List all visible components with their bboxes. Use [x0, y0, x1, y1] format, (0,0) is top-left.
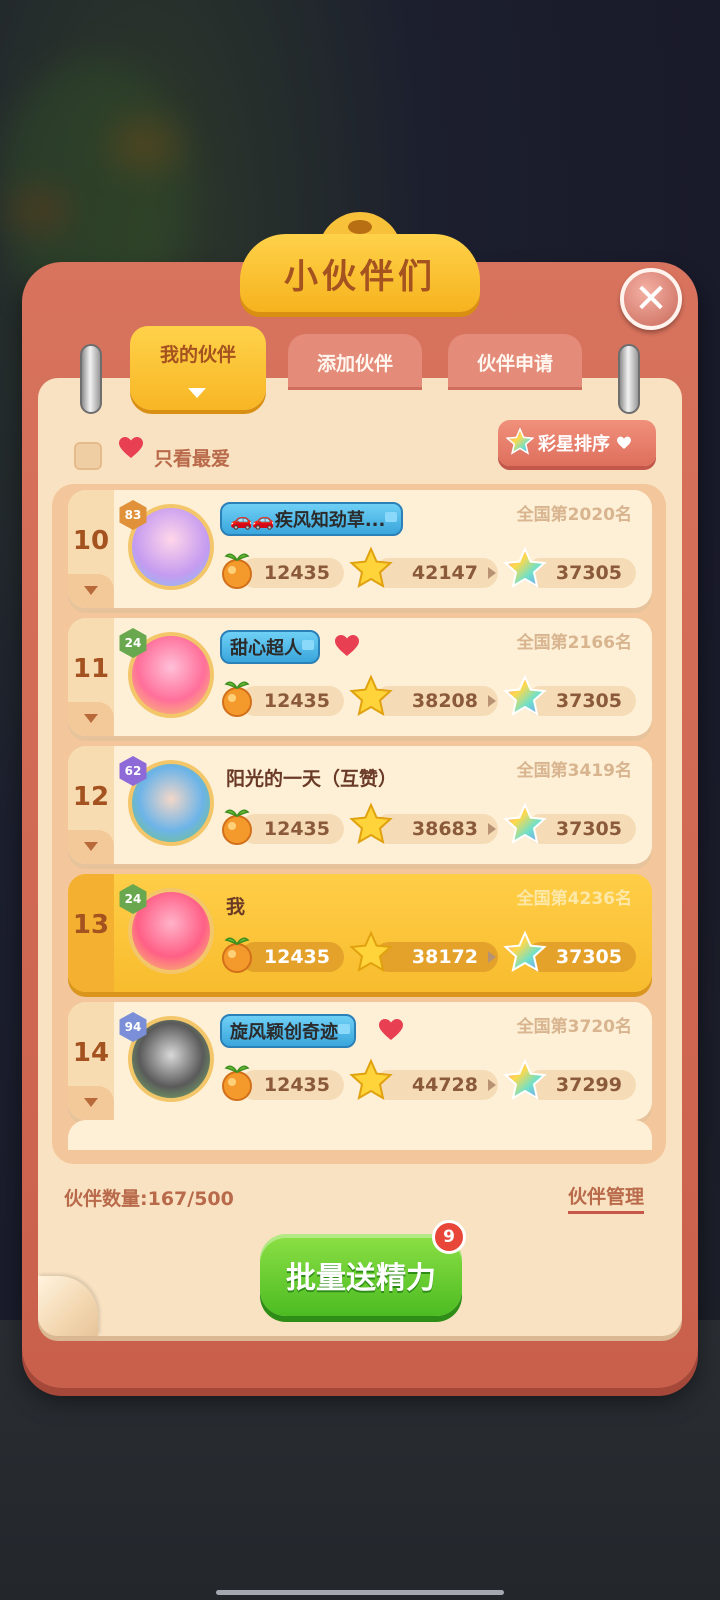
partner-row[interactable]: 11 24 甜心超人 全国第2166名 12435 38208 37305	[68, 618, 652, 736]
gold-star-icon	[349, 674, 393, 717]
heart-icon	[119, 437, 143, 458]
star-value-text: 38172	[411, 946, 478, 968]
close-icon: ✕	[634, 276, 668, 322]
rank-column: 14	[68, 1002, 114, 1120]
favorites-only-checkbox[interactable]	[74, 442, 102, 470]
energy-fruit-icon	[222, 681, 252, 717]
gold-star-icon	[349, 1058, 393, 1101]
national-rank: 全国第2020名	[516, 505, 632, 525]
expand-chevron-icon[interactable]	[68, 1086, 114, 1120]
rank-column: 12	[68, 746, 114, 864]
send-count-badge: 9	[432, 1220, 466, 1254]
binder-ring	[618, 344, 640, 414]
partner-row[interactable]: 10 83 🚗🚗疾风知劲草... 全国第2020名 12435 42147 37305	[68, 490, 652, 608]
rainbow-star-icon	[503, 1058, 547, 1101]
home-indicator[interactable]	[216, 1590, 504, 1595]
arrow-right-icon	[488, 1079, 496, 1091]
sort-button-label: 彩星排序	[538, 434, 610, 455]
national-rank: 全国第2166名	[516, 633, 632, 653]
player-name: 阳光的一天（互赞）	[226, 768, 398, 790]
arrow-right-icon	[488, 567, 496, 579]
background-light	[10, 190, 70, 230]
tab-label: 添加伙伴	[316, 352, 393, 375]
energy-fruit-icon	[222, 937, 252, 973]
rainbow-star-sort-button[interactable]: 彩星排序	[498, 420, 656, 466]
energy-fruit-icon	[222, 1065, 252, 1101]
energy-fruit-icon	[222, 809, 252, 845]
national-rank: 全国第3419名	[516, 761, 632, 781]
favorite-heart-icon[interactable]	[334, 634, 360, 658]
rainbow-star-icon	[503, 546, 547, 589]
arrow-right-icon	[488, 695, 496, 707]
star-value-text: 38683	[411, 818, 478, 840]
star-value-text: 42147	[411, 562, 478, 584]
star-value-text: 38208	[411, 690, 478, 712]
rainbow-star-icon	[503, 674, 547, 717]
tab-partner-requests[interactable]: 伙伴申请	[448, 334, 582, 390]
rank-number: 11	[72, 654, 110, 684]
tab-add-partner[interactable]: 添加伙伴	[288, 334, 422, 390]
partner-row-partial	[68, 1120, 652, 1150]
partner-row[interactable]: 12 62 阳光的一天（互赞） 全国第3419名 12435 38683 37305	[68, 746, 652, 864]
national-rank: 全国第4236名	[516, 889, 632, 909]
tab-label: 伙伴申请	[476, 352, 553, 375]
star-value-text: 44728	[411, 1074, 478, 1096]
rainbow-star-icon	[503, 930, 547, 973]
rank-number: 12	[72, 782, 110, 812]
rank-column: 10	[68, 490, 114, 608]
player-name: 甜心超人	[220, 630, 320, 664]
send-button-label: 批量送精力	[286, 1261, 436, 1296]
panel-title-banner: 小伙伴们	[240, 234, 480, 312]
close-button[interactable]: ✕	[620, 268, 682, 330]
player-name: 旋风颖创奇迹	[220, 1014, 356, 1048]
player-name: 我	[226, 896, 246, 918]
heart-icon	[617, 436, 631, 449]
expand-chevron-icon[interactable]	[68, 702, 114, 736]
rainbow-star-icon	[503, 802, 547, 845]
caret-down-icon	[188, 388, 206, 398]
gold-star-icon	[349, 930, 393, 973]
batch-send-energy-button[interactable]: 批量送精力	[260, 1234, 462, 1316]
player-name: 🚗🚗疾风知劲草...	[220, 502, 404, 536]
arrow-right-icon	[488, 951, 496, 963]
rank-column: 11	[68, 618, 114, 736]
expand-chevron-icon[interactable]	[68, 830, 114, 864]
my-row[interactable]: 13 24 我全国第4236名 12435 38172 37305	[68, 874, 652, 992]
rank-column: 13	[68, 874, 114, 992]
gold-star-icon	[349, 802, 393, 845]
rainbow-star-icon	[506, 428, 534, 455]
national-rank: 全国第3720名	[516, 1017, 632, 1037]
rank-number: 13	[72, 910, 110, 940]
favorites-only-label: 只看最爱	[154, 448, 231, 470]
rank-number: 10	[72, 526, 110, 556]
gold-star-icon	[349, 546, 393, 589]
rank-number: 14	[72, 1038, 110, 1068]
favorite-heart-icon[interactable]	[378, 1018, 404, 1042]
partner-list[interactable]: 10 83 🚗🚗疾风知劲草... 全国第2020名 12435 42147 37305 11 2…	[52, 484, 666, 1164]
arrow-right-icon	[488, 823, 496, 835]
background-light	[110, 120, 180, 170]
partner-row[interactable]: 14 94 旋风颖创奇迹 全国第3720名 12435 44728 37299	[68, 1002, 652, 1120]
partner-count: 伙伴数量:167/500	[64, 1188, 234, 1210]
binder-ring	[80, 344, 102, 414]
tab-label: 我的伙伴	[159, 344, 236, 366]
partner-management-link[interactable]: 伙伴管理	[568, 1182, 645, 1214]
energy-fruit-icon	[222, 553, 252, 589]
expand-chevron-icon[interactable]	[68, 574, 114, 608]
panel-title: 小伙伴们	[284, 256, 436, 297]
tab-my-partners[interactable]: 我的伙伴	[130, 326, 266, 410]
